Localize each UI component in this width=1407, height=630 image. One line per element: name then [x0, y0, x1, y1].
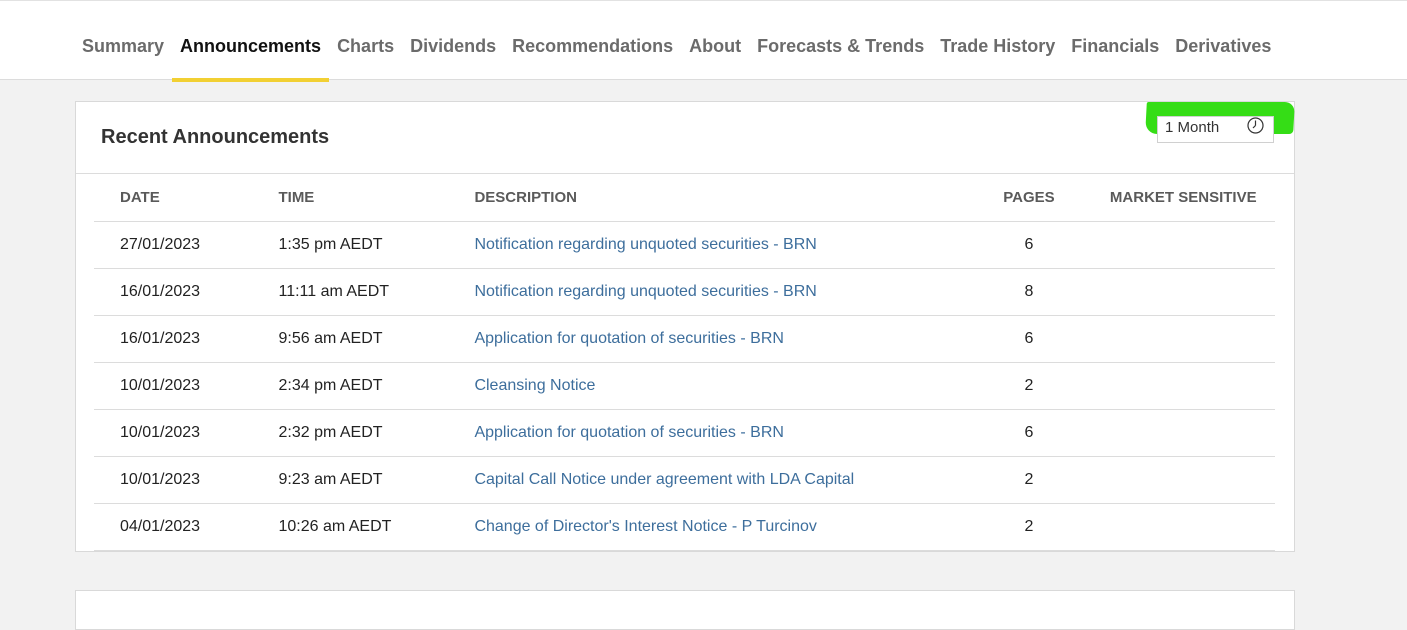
- row-market-sensitive: [1091, 456, 1275, 504]
- tab-derivatives[interactable]: Derivatives: [1167, 11, 1279, 81]
- row-market-sensitive: [1091, 362, 1275, 410]
- row-pages: 8: [966, 268, 1092, 316]
- column-header-time: TIME: [278, 174, 475, 222]
- tab-dividends[interactable]: Dividends: [402, 11, 504, 81]
- row-pages: 6: [966, 409, 1092, 457]
- announcements-table: DATE TIME DESCRIPTION PAGES MARKET SENSI…: [94, 174, 1275, 551]
- row-time: 1:35 pm AEDT: [278, 221, 475, 269]
- clock-icon[interactable]: [1247, 117, 1264, 134]
- announcement-link[interactable]: Application for quotation of securities …: [474, 424, 783, 441]
- tab-recommendations[interactable]: Recommendations: [504, 11, 681, 81]
- column-header-pages: PAGES: [966, 174, 1092, 222]
- announcement-link[interactable]: Cleansing Notice: [474, 377, 595, 394]
- row-description-cell: Cleansing Notice: [474, 362, 967, 410]
- table-header-row: DATE TIME DESCRIPTION PAGES MARKET SENSI…: [94, 174, 1275, 222]
- tab-trade-history[interactable]: Trade History: [932, 11, 1063, 81]
- tab-financials[interactable]: Financials: [1063, 11, 1167, 81]
- announcement-link[interactable]: Change of Director's Interest Notice - P…: [474, 518, 816, 535]
- tab-about[interactable]: About: [681, 11, 749, 81]
- column-header-date: DATE: [94, 174, 279, 222]
- row-time: 9:23 am AEDT: [278, 456, 475, 504]
- table-row: 10/01/2023 2:34 pm AEDT Cleansing Notice…: [94, 362, 1275, 410]
- row-date: 27/01/2023: [94, 221, 279, 269]
- row-description-cell: Application for quotation of securities …: [474, 409, 967, 457]
- table-row: 10/01/2023 9:23 am AEDT Capital Call Not…: [94, 456, 1275, 504]
- row-description-cell: Notification regarding unquoted securiti…: [474, 268, 967, 316]
- row-date: 10/01/2023: [94, 456, 279, 504]
- row-market-sensitive: [1091, 503, 1275, 551]
- table-row: 16/01/2023 9:56 am AEDT Application for …: [94, 315, 1275, 363]
- row-time: 10:26 am AEDT: [278, 503, 475, 551]
- announcement-link[interactable]: Capital Call Notice under agreement with…: [474, 471, 854, 488]
- row-date: 10/01/2023: [94, 362, 279, 410]
- row-pages: 2: [966, 362, 1092, 410]
- row-pages: 6: [966, 315, 1092, 363]
- announcements-card: Recent Announcements 1 Month DATE TIME D…: [75, 101, 1295, 552]
- top-navigation-bar: Summary Announcements Charts Dividends R…: [0, 0, 1407, 82]
- row-market-sensitive: [1091, 268, 1275, 316]
- announcements-card-header: Recent Announcements 1 Month: [76, 102, 1295, 174]
- row-date: 16/01/2023: [94, 315, 279, 363]
- row-date: 10/01/2023: [94, 409, 279, 457]
- table-row: 04/01/2023 10:26 am AEDT Change of Direc…: [94, 503, 1275, 551]
- row-date: 04/01/2023: [94, 503, 279, 551]
- announcement-link[interactable]: Application for quotation of securities …: [474, 330, 783, 347]
- row-pages: 6: [966, 221, 1092, 269]
- row-time: 11:11 am AEDT: [278, 268, 475, 316]
- table-row: 10/01/2023 2:32 pm AEDT Application for …: [94, 409, 1275, 457]
- table-row: 16/01/2023 11:11 am AEDT Notification re…: [94, 268, 1275, 316]
- time-range-label[interactable]: 1 Month: [1165, 119, 1219, 136]
- column-header-market-sensitive: MARKET SENSITIVE: [1091, 174, 1275, 222]
- announcement-link[interactable]: Notification regarding unquoted securiti…: [474, 236, 816, 253]
- row-market-sensitive: [1091, 221, 1275, 269]
- tab-forecasts-trends[interactable]: Forecasts & Trends: [749, 11, 932, 81]
- tab-charts[interactable]: Charts: [329, 11, 402, 81]
- card-title: Recent Announcements: [101, 126, 330, 148]
- row-description-cell: Notification regarding unquoted securiti…: [474, 221, 967, 269]
- row-description-cell: Change of Director's Interest Notice - P…: [474, 503, 967, 551]
- row-time: 2:34 pm AEDT: [278, 362, 475, 410]
- tab-announcements[interactable]: Announcements: [172, 11, 330, 82]
- tab-bar: Summary Announcements Charts Dividends R…: [74, 11, 1279, 82]
- row-pages: 2: [966, 503, 1092, 551]
- tab-summary[interactable]: Summary: [74, 11, 172, 81]
- row-pages: 2: [966, 456, 1092, 504]
- row-date: 16/01/2023: [94, 268, 279, 316]
- row-description-cell: Application for quotation of securities …: [474, 315, 967, 363]
- table-row: 27/01/2023 1:35 pm AEDT Notification reg…: [94, 221, 1275, 269]
- row-time: 9:56 am AEDT: [278, 315, 475, 363]
- row-description-cell: Capital Call Notice under agreement with…: [474, 456, 967, 504]
- column-header-description: DESCRIPTION: [474, 174, 967, 222]
- row-time: 2:32 pm AEDT: [278, 409, 475, 457]
- row-market-sensitive: [1091, 409, 1275, 457]
- next-section-card: [75, 590, 1295, 630]
- row-market-sensitive: [1091, 315, 1275, 363]
- announcement-link[interactable]: Notification regarding unquoted securiti…: [474, 283, 816, 300]
